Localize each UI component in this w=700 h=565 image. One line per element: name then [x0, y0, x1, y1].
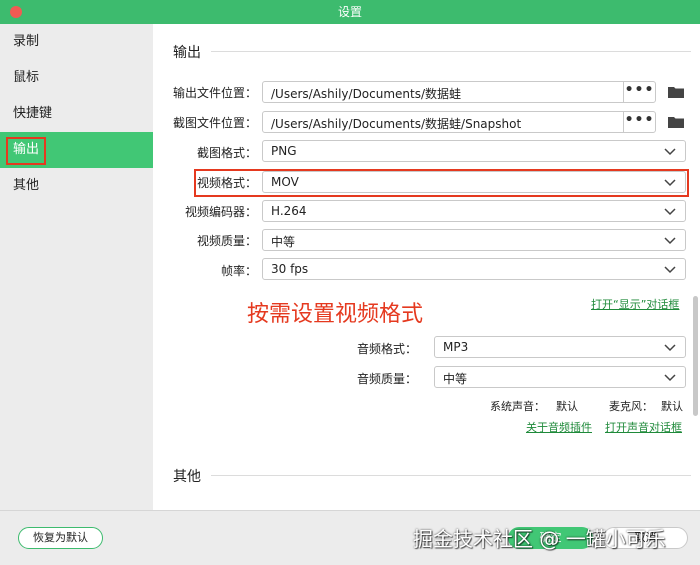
- audio-plugin-link[interactable]: 关于音频插件: [526, 419, 592, 435]
- sidebar: 录制 鼠标 快捷键 输出 其他: [0, 24, 153, 510]
- video-quality-select[interactable]: 中等: [262, 229, 686, 251]
- image-format-label: 截图格式：: [196, 146, 257, 160]
- chevron-down-icon: [664, 179, 676, 187]
- video-path-field[interactable]: /Users/Ashily/Documents/数据蛙 •••: [262, 81, 656, 103]
- chevron-down-icon: [664, 237, 676, 245]
- audio-quality-label: 音频质量：: [356, 372, 417, 386]
- chevron-down-icon: [664, 148, 676, 156]
- reset-defaults-button[interactable]: 恢复为默认: [18, 527, 103, 549]
- system-sound-value: 默认: [556, 400, 578, 413]
- chevron-down-icon: [664, 266, 676, 274]
- sidebar-item-shortcuts[interactable]: 快捷键: [0, 96, 153, 132]
- footer-bar: 恢复为默认 确定 取消 掘金技术社区 @ 一罐小可乐: [0, 510, 700, 565]
- section-divider: [211, 51, 691, 52]
- sidebar-item-mouse[interactable]: 鼠标: [0, 60, 153, 96]
- frame-rate-value: 30 fps: [271, 262, 309, 276]
- image-path-value: /Users/Ashily/Documents/数据蛙/Snapshot: [271, 117, 522, 131]
- audio-format-label: 音频格式：: [356, 342, 417, 356]
- annotation-text: 按需设置视频格式: [247, 302, 424, 327]
- chevron-down-icon: [664, 208, 676, 216]
- title-bar: 设置: [0, 0, 700, 24]
- video-quality-value: 中等: [271, 235, 296, 249]
- system-sound-label: 系统声音：: [490, 400, 545, 413]
- sidebar-item-output[interactable]: 输出: [0, 132, 153, 168]
- frame-rate-select[interactable]: 30 fps: [262, 258, 686, 280]
- video-path-browse-button[interactable]: •••: [623, 82, 655, 102]
- frame-rate-label: 帧率：: [220, 264, 257, 278]
- open-display-dialog-link[interactable]: 打开“显示”对话框: [591, 296, 679, 312]
- image-path-browse-button[interactable]: •••: [623, 112, 655, 132]
- video-path-value: /Users/Ashily/Documents/数据蛙: [271, 87, 462, 101]
- sidebar-item-record[interactable]: 录制: [0, 24, 153, 60]
- chevron-down-icon: [664, 344, 676, 352]
- image-format-select[interactable]: PNG: [262, 140, 686, 162]
- settings-panel: 输出 输出文件位置： /Users/Ashily/Documents/数据蛙 •…: [153, 24, 700, 510]
- annotation-highlight-box: [6, 137, 46, 165]
- audio-format-value: MP3: [443, 340, 469, 354]
- microphone-value: 默认: [661, 400, 683, 413]
- image-format-value: PNG: [271, 144, 297, 158]
- image-path-field[interactable]: /Users/Ashily/Documents/数据蛙/Snapshot •••: [262, 111, 656, 133]
- window-title: 设置: [337, 5, 362, 19]
- video-path-label: 输出文件位置：: [172, 86, 257, 100]
- video-codec-label: 视频编码器：: [184, 205, 257, 219]
- sidebar-item-other[interactable]: 其他: [0, 168, 153, 204]
- audio-format-select[interactable]: MP3: [434, 336, 686, 358]
- audio-quality-value: 中等: [443, 372, 468, 386]
- watermark-text: 掘金技术社区 @ 一罐小可乐: [413, 527, 666, 551]
- video-codec-select[interactable]: H.264: [262, 200, 686, 222]
- video-format-label: 视频格式：: [196, 176, 257, 190]
- audio-quality-select[interactable]: 中等: [434, 366, 686, 388]
- video-quality-label: 视频质量：: [196, 234, 257, 248]
- open-sound-dialog-link[interactable]: 打开声音对话框: [605, 419, 682, 435]
- video-format-select[interactable]: MOV: [262, 171, 686, 193]
- image-path-label: 截图文件位置：: [172, 116, 257, 130]
- folder-icon[interactable]: [668, 86, 684, 98]
- scrollbar[interactable]: [693, 296, 698, 416]
- section-title-other: 其他: [173, 469, 201, 485]
- chevron-down-icon: [664, 374, 676, 382]
- microphone-label: 麦克风：: [609, 400, 653, 413]
- section-divider: [211, 475, 691, 476]
- video-codec-value: H.264: [271, 204, 307, 218]
- folder-icon[interactable]: [668, 116, 684, 128]
- video-format-value: MOV: [271, 175, 299, 189]
- close-window-button[interactable]: [10, 6, 22, 18]
- section-title-output: 输出: [173, 45, 201, 61]
